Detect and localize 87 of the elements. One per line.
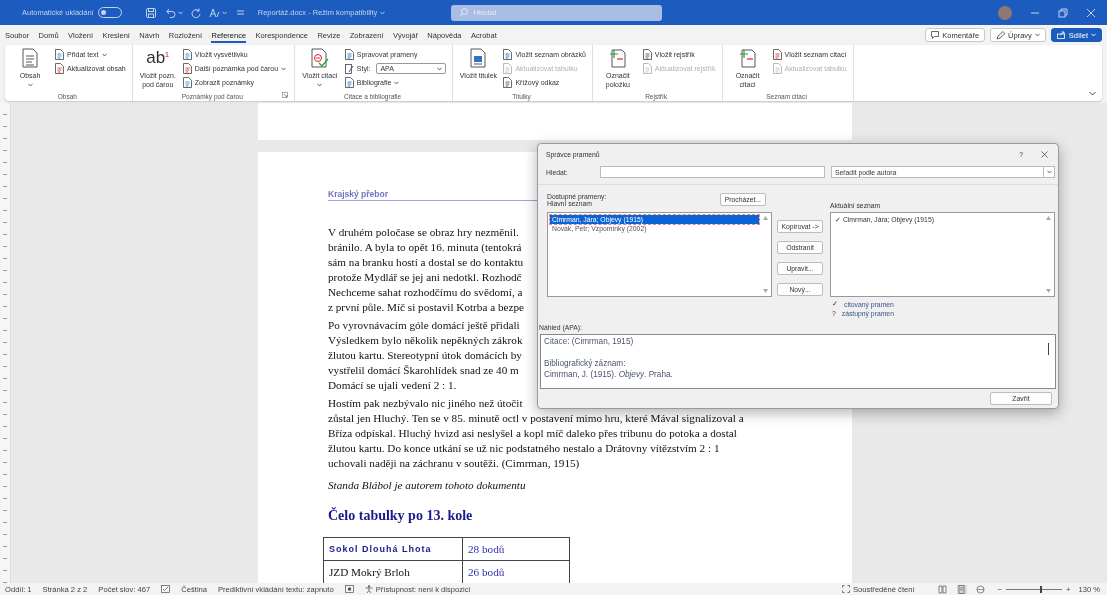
customize-icon[interactable]: [236, 9, 244, 16]
accessibility-icon: [364, 585, 373, 593]
search-field[interactable]: [600, 166, 825, 178]
comment-icon: [931, 31, 940, 39]
caret-icon: [317, 83, 323, 87]
macro-icon[interactable]: [344, 585, 354, 593]
view-button[interactable]: [956, 584, 967, 594]
page-lines-icon: [22, 48, 38, 68]
focus-icon: [841, 585, 850, 593]
document-icon: [642, 63, 652, 74]
proofing-icon[interactable]: [161, 585, 171, 593]
caret-icon: [221, 10, 227, 15]
paragraph-line: zůstal jen Hluchý. Ten se v 85. minutě octl v postavení mimo hru, které Mával signalizoval a: [328, 411, 744, 426]
paragraph-line: Domácí se ujali vedení 2 : 1.: [328, 378, 457, 393]
paragraph-line: žlutou kartu. Stereotypní útok domácích by: [328, 348, 522, 363]
restore-icon[interactable]: [1058, 7, 1068, 18]
paragraph-line: V druhém poločase se obraz hry nezměnil.: [328, 225, 519, 240]
chevron-icon[interactable]: [1089, 91, 1096, 96]
pencil-icon: [996, 30, 1006, 40]
paragraph-line: sám na branku hostí a dostal se do kontaktu: [328, 255, 524, 270]
scroll-thumb[interactable]: [1048, 343, 1049, 355]
scroll-up-icon[interactable]: [1046, 216, 1051, 220]
style-icon: [344, 63, 354, 74]
table-cell: Sokol Dlouhá Lhota: [323, 537, 463, 561]
document-icon: [503, 63, 513, 74]
launcher-icon[interactable]: [281, 92, 288, 98]
caret-icon: [394, 80, 400, 85]
document-icon: [182, 63, 192, 74]
preview-text: Bibliografický záznam:: [544, 358, 627, 369]
citation-page-icon: [310, 48, 329, 68]
document-icon: [182, 77, 192, 88]
preview-text: Citace: (Cimrman, 1915): [544, 336, 635, 347]
view-button[interactable]: [937, 584, 948, 594]
caret-icon: [281, 66, 287, 71]
paragraph-line: z první půle. Míč si postavil Kotrba a bezpe: [328, 300, 525, 315]
zoom-slider-thumb[interactable]: [1039, 585, 1042, 593]
caption-page-icon: [470, 48, 487, 68]
heading: Čelo tabulky po 13. kole: [328, 507, 474, 525]
view-icon: [976, 584, 986, 594]
scroll-down-icon[interactable]: [763, 289, 768, 293]
document-icon: [344, 77, 354, 88]
paragraph-line: Bříza odpískal. Hluchý hvizd asi neslyšel a kopl míč daleko přes tribunu do potoka a dostal: [328, 426, 737, 441]
table-cell: 28 bodů: [462, 537, 570, 561]
scroll-up-icon[interactable]: [763, 216, 768, 220]
paragraph-line: Nechceme sahat rozhodčímu do svědomí, a: [328, 285, 523, 300]
paragraph-line: Výsledkem bylo několik nepěkných zákrok: [328, 333, 523, 348]
caret-icon: [437, 66, 443, 71]
caret-icon: [1091, 33, 1096, 37]
text-format-icon[interactable]: [208, 7, 220, 18]
paragraph-line: vystřelil domácí Škarohlídek snad ze 40 m: [328, 363, 519, 378]
caret-icon: [177, 10, 183, 15]
undo-icon[interactable]: [165, 7, 176, 18]
paragraph-line: uchovali naději na záchranu v soutěži. (Cimrman, 1915): [328, 456, 580, 471]
paragraph-line: Po vyrovnávacím góle domácí ještě přidali: [328, 318, 520, 333]
header-text: Krajský přebor: [328, 189, 388, 199]
paragraph-line: protože Mydlář se jej ani nedotkl. Rozhodč: [328, 270, 522, 285]
caret-icon: [380, 10, 386, 15]
caret-icon: [101, 52, 107, 57]
preview-text: Cimrman, J. (1915). Objevy. Praha.: [544, 369, 674, 380]
document-icon: [503, 49, 513, 60]
save-icon[interactable]: [145, 7, 156, 18]
document-icon: [642, 49, 652, 60]
signature-text: Standa Blábol je autorem tohoto dokumentu: [328, 478, 527, 493]
close-icon[interactable]: [1041, 150, 1048, 158]
view-button[interactable]: [975, 584, 986, 594]
document-icon: [772, 49, 782, 60]
document-icon: [344, 49, 354, 60]
paragraph-line: žlutou kartu. Do konce utkání se už nic podstatného nestalo a Drátovny vítězstvím 2 : 1: [328, 441, 720, 456]
mark-entry-icon: [738, 48, 757, 68]
paragraph-line: bránilo. A byla to opět 16. minuta (tentokrá: [328, 240, 522, 255]
paragraph-line: Hostím pak nezbývalo nic jiného než útočit: [328, 396, 523, 411]
redo-icon[interactable]: [190, 7, 201, 18]
caret-icon: [1046, 170, 1052, 174]
mark-entry-icon: [608, 48, 627, 68]
document-icon: [55, 63, 64, 74]
document-icon: [55, 49, 64, 60]
scroll-down-icon[interactable]: [1046, 289, 1051, 293]
view-icon: [957, 584, 967, 594]
search-icon: [459, 8, 469, 17]
document-icon: [772, 63, 782, 74]
caret-icon: [1034, 33, 1040, 37]
avatar[interactable]: [998, 5, 1012, 20]
document-icon: [503, 77, 513, 88]
document-icon: [182, 49, 192, 60]
share-icon: [1056, 31, 1066, 39]
caret-icon: [27, 83, 33, 87]
view-icon: [938, 584, 948, 594]
